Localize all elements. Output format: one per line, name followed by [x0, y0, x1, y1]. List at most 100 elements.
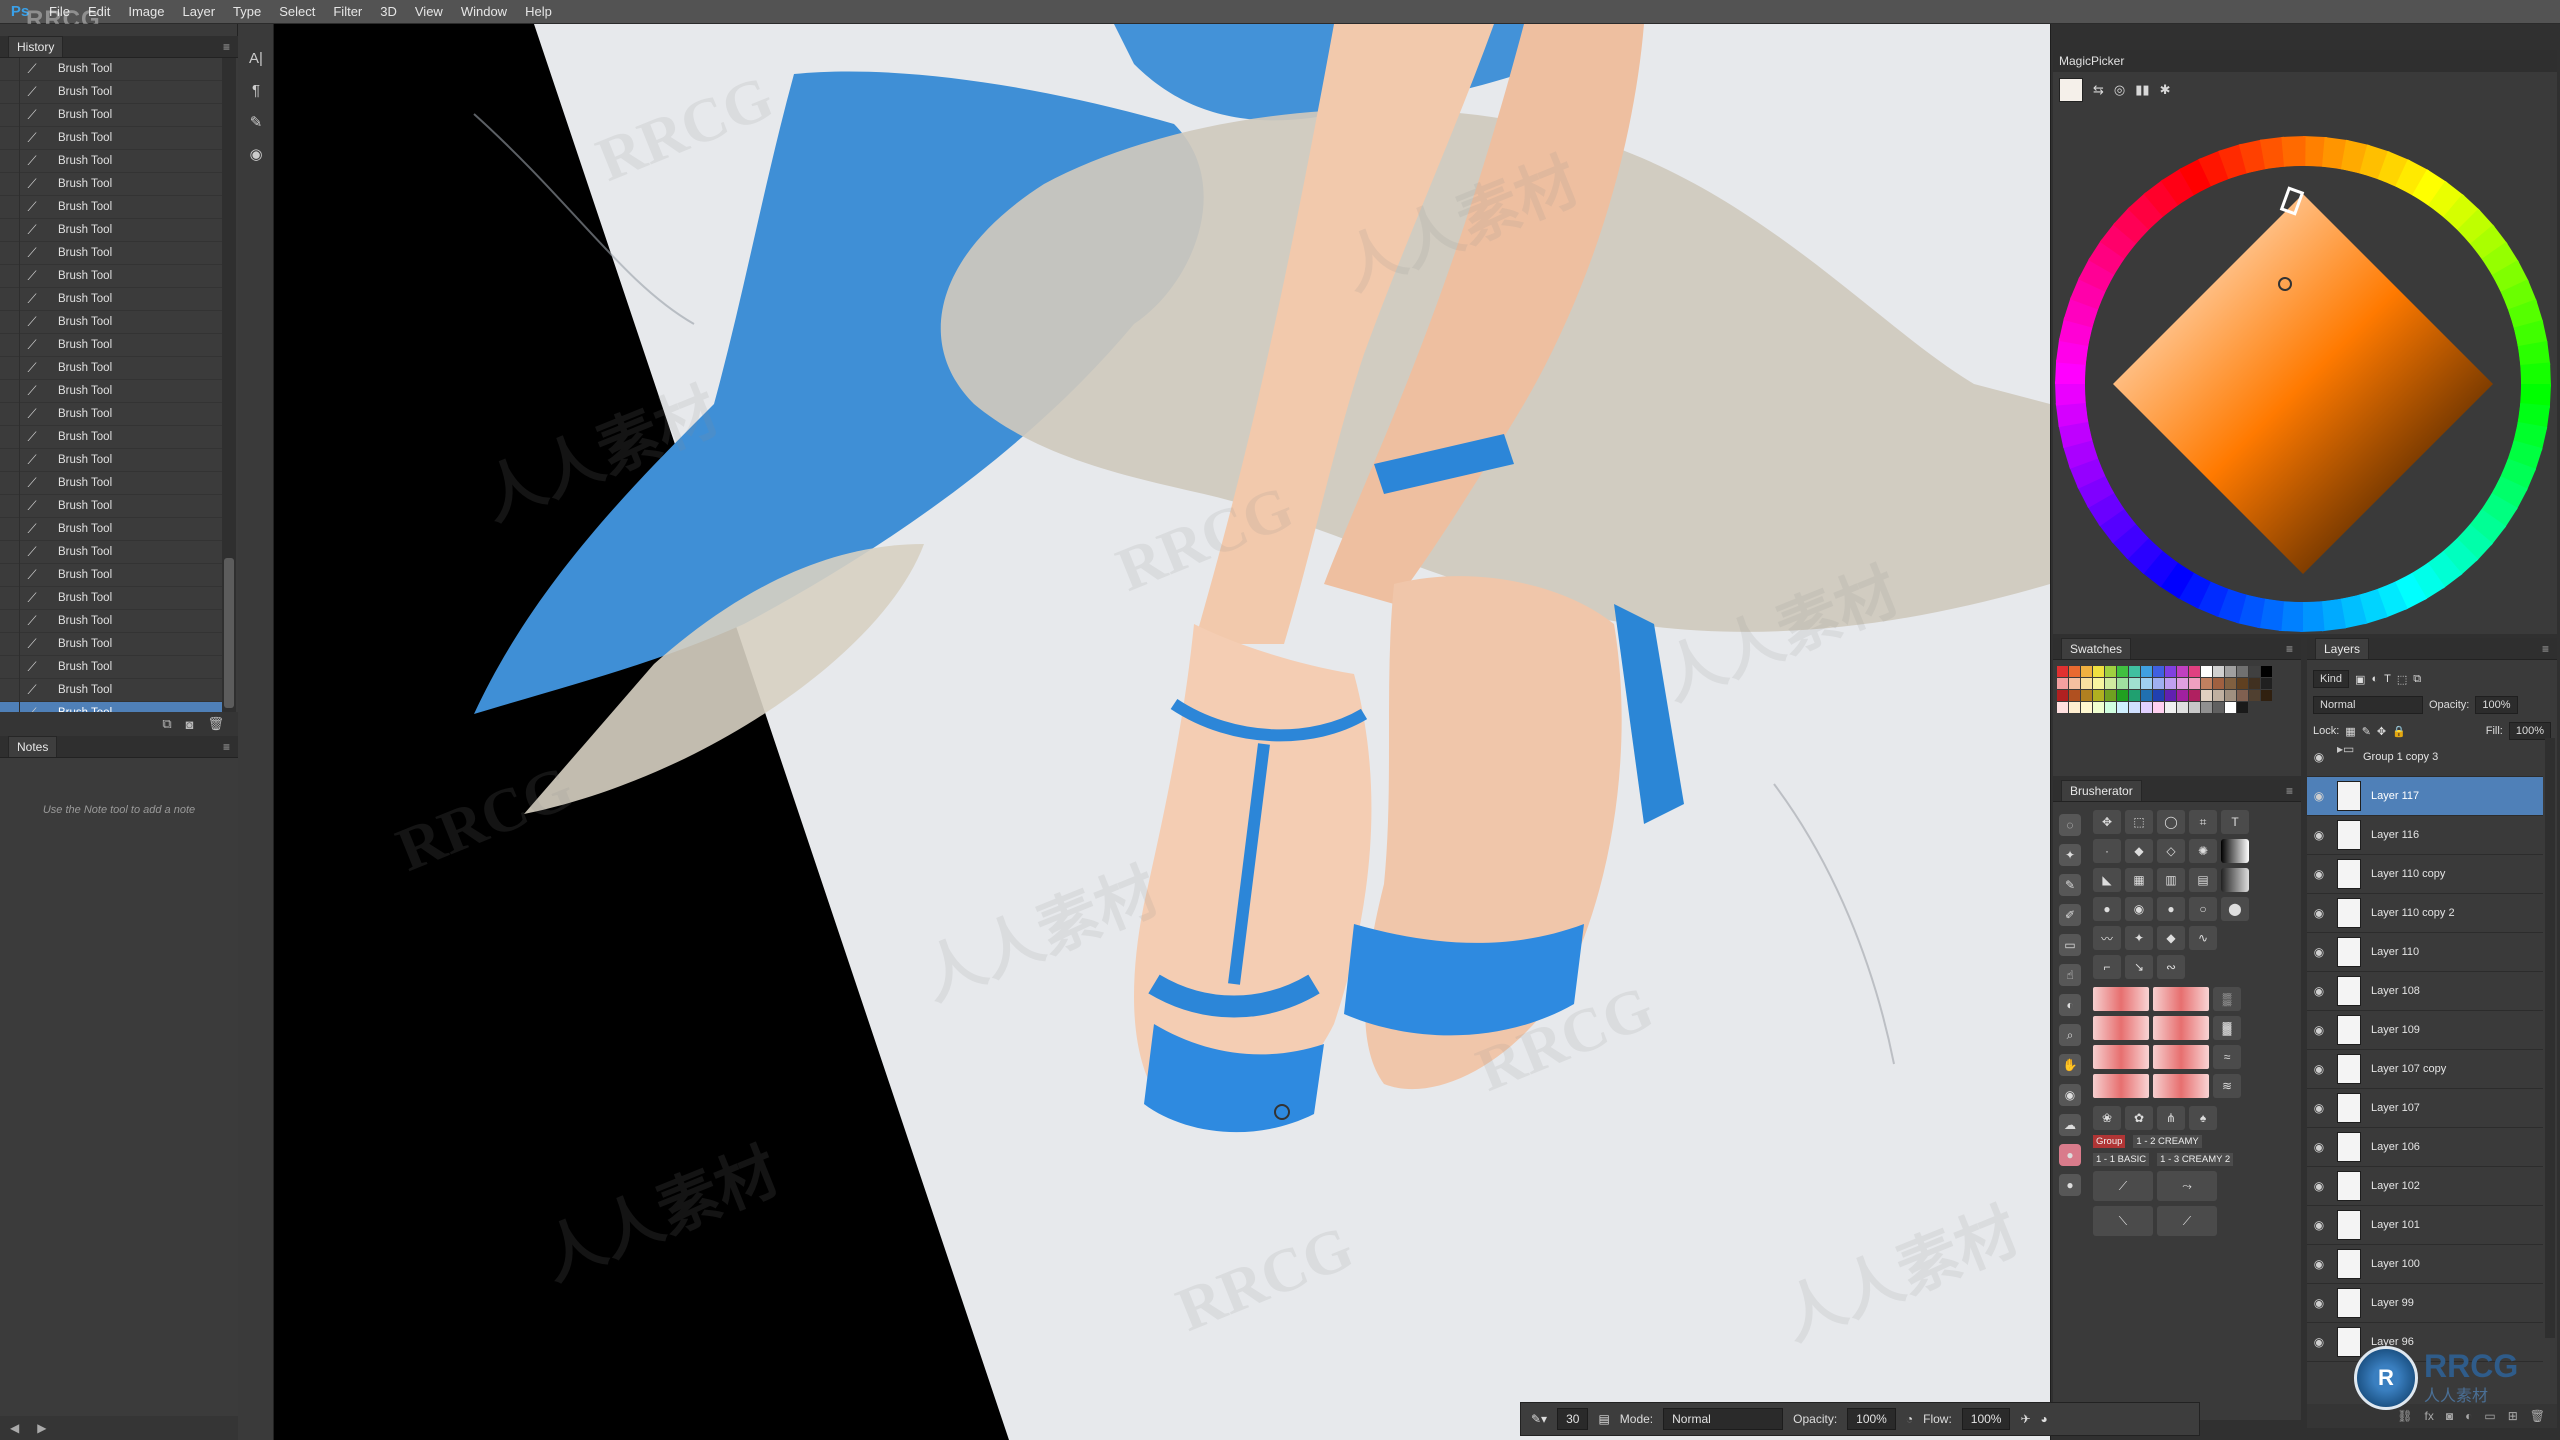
visibility-eye-icon[interactable]: ◉	[2307, 1140, 2331, 1154]
brush-group-tag[interactable]: Group	[2093, 1135, 2126, 1148]
lock-pixels-icon[interactable]: ▦	[2345, 725, 2355, 738]
type-tool-icon[interactable]: T	[2221, 810, 2249, 834]
history-row[interactable]: ⟋Brush Tool	[0, 241, 222, 265]
gradient-preset[interactable]	[2221, 839, 2249, 863]
brush-preset[interactable]: ◇	[2157, 839, 2185, 863]
clone-source-icon[interactable]: ◉	[240, 140, 272, 168]
color-swatch[interactable]	[2093, 666, 2104, 677]
color-swatch[interactable]	[2093, 678, 2104, 689]
document-canvas[interactable]: RRCG 人人素材 人人素材 RRCG 人人素材 RRCG 人人素材 RRCG …	[274, 24, 2050, 1440]
leaf-brush-icon[interactable]: ♠	[2189, 1106, 2217, 1130]
history-row[interactable]: ⟋Brush Tool	[0, 563, 222, 587]
layer-row[interactable]: ◉ Layer 109	[2307, 1011, 2543, 1050]
brush-preset[interactable]: ●	[2093, 897, 2121, 921]
color-swatch[interactable]	[2069, 666, 2080, 677]
color-swatch[interactable]	[2237, 666, 2248, 677]
layers-tab[interactable]: Layers	[2315, 638, 2370, 659]
layer-row[interactable]: ◉ Layer 110	[2307, 933, 2543, 972]
history-state-checkbox[interactable]	[0, 310, 20, 334]
layer-row[interactable]: ◉ Layer 116	[2307, 816, 2543, 855]
opacity-field[interactable]: 100%	[1847, 1408, 1896, 1430]
history-row[interactable]: ⟋Brush Tool	[0, 333, 222, 357]
lock-move-icon[interactable]: ✥	[2377, 725, 2386, 738]
panel-menu-icon[interactable]: ≡	[2542, 642, 2549, 656]
foliage-brush-icon[interactable]: ❀	[2093, 1106, 2121, 1130]
panel-menu-icon[interactable]: ≡	[223, 740, 230, 754]
color-swatch[interactable]	[2117, 666, 2128, 677]
history-row[interactable]: ⟋Brush Tool	[0, 172, 222, 196]
trash-icon[interactable]: 🗑	[2530, 1409, 2545, 1423]
history-row[interactable]: ⟋Brush Tool	[0, 701, 222, 712]
history-state-checkbox[interactable]	[0, 471, 20, 495]
adjustment-filter-icon[interactable]: ◐	[2371, 673, 2378, 685]
history-row[interactable]: ⟋Brush Tool	[0, 58, 222, 81]
color-swatch[interactable]	[2093, 702, 2104, 713]
color-swatch[interactable]	[2261, 666, 2272, 677]
color-swatch[interactable]	[2237, 678, 2248, 689]
color-swatch[interactable]	[2201, 678, 2212, 689]
color-swatch[interactable]	[2117, 690, 2128, 701]
brush-tool-icon[interactable]: ✎▾	[1531, 1412, 1547, 1426]
color-swatch[interactable]	[2165, 678, 2176, 689]
visibility-eye-icon[interactable]: ◉	[2307, 1257, 2331, 1271]
stroke-preset[interactable]	[2093, 1074, 2149, 1098]
stroke-preset[interactable]	[2093, 987, 2149, 1011]
visibility-eye-icon[interactable]: ◉	[2307, 906, 2331, 920]
brush-stroke-icon[interactable]: ⟍	[2093, 1206, 2153, 1236]
color-swatch[interactable]	[2117, 678, 2128, 689]
menu-window[interactable]: Window	[452, 0, 516, 24]
history-row[interactable]: ⟋Brush Tool	[0, 149, 222, 173]
brush-preset[interactable]: ∾	[2157, 955, 2185, 979]
history-state-checkbox[interactable]	[0, 655, 20, 679]
smart-filter-icon[interactable]: ⧉	[2413, 673, 2421, 686]
foliage-brush-icon[interactable]: ✿	[2125, 1106, 2153, 1130]
color-swatch[interactable]	[2201, 666, 2212, 677]
history-row[interactable]: ⟋Brush Tool	[0, 218, 222, 242]
menu-type[interactable]: Type	[224, 0, 270, 24]
menu-view[interactable]: View	[406, 0, 452, 24]
history-state-checkbox[interactable]	[0, 448, 20, 472]
brush-preset[interactable]: ▦	[2125, 868, 2153, 892]
paragraph-panel-icon[interactable]: ¶	[240, 76, 272, 104]
history-state-checkbox[interactable]	[0, 333, 20, 357]
layer-filter-select[interactable]: Kind	[2313, 670, 2350, 688]
history-state-checkbox[interactable]	[0, 126, 20, 150]
scrollbar-thumb[interactable]	[224, 558, 234, 708]
brush-preset[interactable]: ∿	[2189, 926, 2217, 950]
history-row[interactable]: ⟋Brush Tool	[0, 356, 222, 380]
history-row[interactable]: ⟋Brush Tool	[0, 264, 222, 288]
visibility-eye-icon[interactable]: ◉	[2307, 1062, 2331, 1076]
history-state-checkbox[interactable]	[0, 678, 20, 702]
lasso-icon[interactable]: ◌	[2059, 814, 2081, 836]
color-swatch[interactable]	[2189, 666, 2200, 677]
color-swatch[interactable]	[2081, 702, 2092, 713]
brush-preset[interactable]: ⌐	[2093, 955, 2121, 979]
color-swatch[interactable]	[2177, 666, 2188, 677]
color-swatch[interactable]	[2117, 702, 2128, 713]
color-swatch[interactable]	[2069, 702, 2080, 713]
gradient-preset[interactable]	[2221, 868, 2249, 892]
new-layer-icon[interactable]: ⊞	[2508, 1409, 2518, 1423]
crop-icon[interactable]: ⌗	[2189, 810, 2217, 834]
visibility-eye-icon[interactable]: ◉	[2307, 789, 2331, 803]
visibility-eye-icon[interactable]: ◉	[2307, 1179, 2331, 1193]
history-state-checkbox[interactable]	[0, 586, 20, 610]
color-swatch[interactable]	[2249, 690, 2260, 701]
history-state-checkbox[interactable]	[0, 218, 20, 242]
panel-menu-icon[interactable]: ≡	[2286, 784, 2293, 798]
color-swatch[interactable]	[2225, 666, 2236, 677]
stroke-preset[interactable]	[2153, 1045, 2209, 1069]
history-row[interactable]: ⟋Brush Tool	[0, 540, 222, 564]
brush-preset[interactable]: ⬤	[2221, 897, 2249, 921]
history-state-checkbox[interactable]	[0, 632, 20, 656]
history-row[interactable]: ⟋Brush Tool	[0, 425, 222, 449]
history-state-checkbox[interactable]	[0, 609, 20, 633]
history-row[interactable]: ⟋Brush Tool	[0, 471, 222, 495]
history-state-checkbox[interactable]	[0, 540, 20, 564]
color-swatch[interactable]	[2105, 690, 2116, 701]
color-swatch[interactable]	[2153, 666, 2164, 677]
color-swatch[interactable]	[2057, 690, 2068, 701]
history-row[interactable]: ⟋Brush Tool	[0, 195, 222, 219]
history-state-checkbox[interactable]	[0, 58, 20, 81]
color-swatch[interactable]	[2081, 690, 2092, 701]
